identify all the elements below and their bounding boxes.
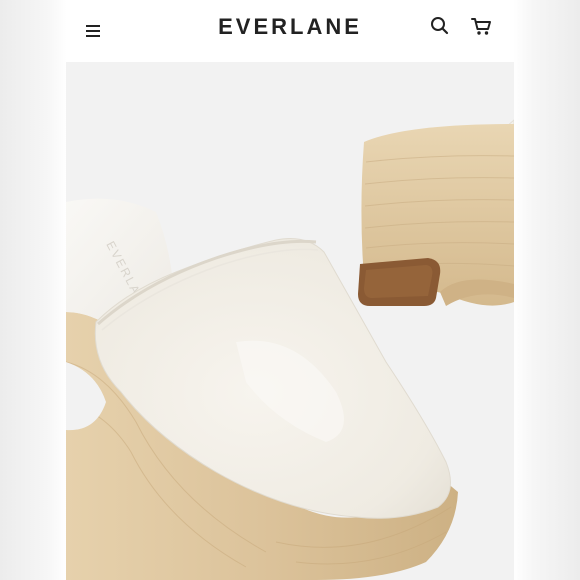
clog-mule-photo: EVERLANE bbox=[66, 119, 514, 580]
top-navigation-bar: EVERLANE bbox=[66, 0, 514, 62]
shopping-cart-icon[interactable] bbox=[470, 15, 494, 37]
search-icon[interactable] bbox=[429, 15, 451, 37]
phone-screen: EVERLANE EVERLANE bbox=[66, 0, 514, 580]
product-image[interactable]: EVERLANE bbox=[66, 62, 514, 580]
